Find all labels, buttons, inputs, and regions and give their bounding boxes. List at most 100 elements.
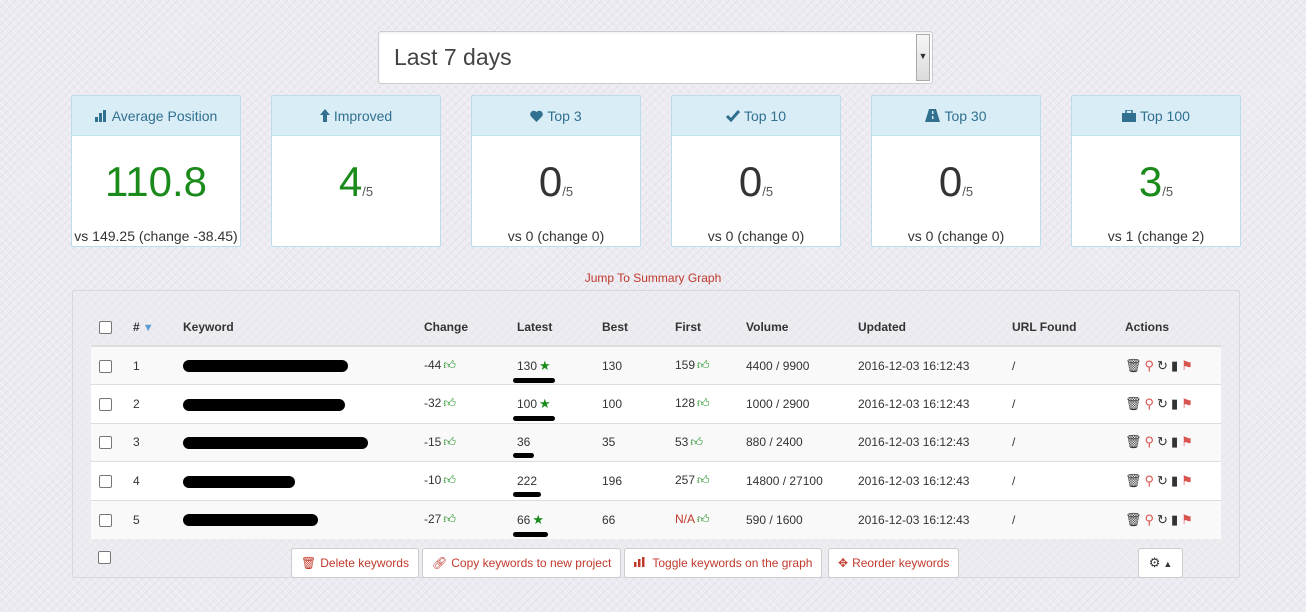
row-latest-wrap: 36: [512, 435, 535, 459]
card-header: Top 30: [872, 96, 1040, 136]
thumbs-up-icon: 👍︎: [443, 358, 456, 372]
bar-chart-icon[interactable]: ▮: [1171, 434, 1178, 449]
delete-keywords-button[interactable]: 🗑︎ Delete keywords: [291, 548, 419, 578]
check-icon: [725, 97, 741, 137]
sort-icon[interactable]: ▼: [143, 322, 154, 334]
search-icon[interactable]: ⚲: [1145, 396, 1155, 411]
search-icon[interactable]: ⚲: [1145, 358, 1155, 373]
copy-keywords-button[interactable]: 🔗︎ Copy keywords to new project: [422, 548, 622, 578]
card-header: Average Position: [72, 96, 240, 136]
row-latest: 130: [517, 358, 538, 373]
trash-icon[interactable]: 🗑︎: [1125, 473, 1142, 488]
search-icon[interactable]: ⚲: [1145, 512, 1155, 527]
col-volume[interactable]: Volume: [738, 309, 850, 347]
bar-chart-icon[interactable]: ▮: [1171, 473, 1178, 488]
copy-keywords-label: Copy keywords to new project: [451, 556, 612, 570]
caret-up-icon: ▲: [1163, 559, 1173, 569]
card-title: Top 10: [743, 108, 787, 124]
row-url[interactable]: /: [1004, 422, 1117, 462]
tags-icon[interactable]: ⚑: [1181, 434, 1193, 449]
refresh-icon[interactable]: ↻: [1157, 434, 1168, 449]
card-value: 0: [938, 158, 963, 205]
row-best: 35: [594, 422, 667, 462]
col-change[interactable]: Change: [416, 309, 509, 347]
delete-keywords-label: Delete keywords: [320, 556, 409, 570]
refresh-icon[interactable]: ↻: [1157, 358, 1168, 373]
row-actions: 🗑︎ ⚲ ↻ ▮ ⚑: [1117, 422, 1221, 462]
reorder-keywords-button[interactable]: ✥ Reorder keywords: [828, 548, 960, 578]
refresh-icon[interactable]: ↻: [1157, 396, 1168, 411]
card-title: Top 100: [1140, 108, 1190, 124]
thumbs-up-icon: 👍︎: [443, 512, 456, 526]
card-denominator: /5: [762, 184, 774, 199]
date-range-value: Last 7 days: [394, 44, 512, 70]
heart-icon: [530, 97, 544, 137]
link-icon: 🔗︎: [432, 556, 448, 570]
row-url[interactable]: /: [1004, 461, 1117, 500]
col-keyword[interactable]: Keyword: [175, 309, 416, 347]
arrow-up-icon: [319, 97, 330, 137]
row-url[interactable]: /: [1004, 384, 1117, 423]
col-updated[interactable]: Updated: [850, 309, 1004, 347]
card-header: Top 10: [672, 96, 840, 136]
settings-dropdown-button[interactable]: ⚙ ▲: [1138, 548, 1183, 578]
row-volume: 14800 / 27100: [738, 461, 850, 500]
row-actions: 🗑︎ ⚲ ↻ ▮ ⚑: [1117, 499, 1221, 539]
card-comparison: vs 0 (change 0): [707, 228, 805, 244]
row-url[interactable]: /: [1004, 499, 1117, 539]
card-comparison: vs 0 (change 0): [907, 228, 1005, 244]
trash-icon[interactable]: 🗑︎: [1125, 358, 1142, 373]
col-num[interactable]: #: [133, 320, 140, 334]
thumbs-up-icon: 👍︎: [690, 434, 703, 449]
search-icon[interactable]: ⚲: [1145, 473, 1155, 488]
tags-icon[interactable]: ⚑: [1181, 512, 1193, 527]
col-actions: Actions: [1117, 309, 1221, 347]
col-url-found[interactable]: URL Found: [1004, 309, 1117, 347]
bar-chart-icon[interactable]: ▮: [1171, 358, 1178, 373]
date-range-select[interactable]: Last 7 days ▼: [378, 31, 933, 84]
card-title: Average Position: [111, 108, 218, 124]
card-value: 110.8: [105, 158, 207, 205]
select-all-checkbox[interactable]: [99, 321, 112, 335]
row-num: 2: [125, 384, 175, 423]
card-denominator: /5: [362, 184, 374, 199]
row-first: 53: [675, 434, 689, 449]
col-latest[interactable]: Latest: [509, 309, 594, 347]
row-checkbox[interactable]: [99, 359, 112, 373]
card-top-3: Top 3 0/5 vs 0 (change 0): [471, 95, 641, 247]
table-header-row: # ▼ Keyword Change Latest Best First Volu…: [91, 309, 1221, 347]
bar-chart-icon[interactable]: ▮: [1171, 396, 1178, 411]
row-change: -44: [424, 358, 442, 372]
trash-icon[interactable]: 🗑︎: [1125, 434, 1142, 449]
refresh-icon[interactable]: ↻: [1157, 473, 1168, 488]
row-updated: 2016-12-03 16:12:43: [850, 422, 1004, 462]
col-best[interactable]: Best: [594, 309, 667, 347]
search-icon[interactable]: ⚲: [1145, 434, 1155, 449]
toggle-keywords-graph-button[interactable]: Toggle keywords on the graph: [624, 548, 823, 578]
row-volume: 590 / 1600: [738, 499, 850, 539]
tags-icon[interactable]: ⚑: [1181, 473, 1193, 488]
chevron-down-icon[interactable]: ▼: [916, 34, 930, 81]
jump-to-summary-graph-link[interactable]: Jump To Summary Graph: [0, 271, 1306, 285]
bar-chart-icon[interactable]: ▮: [1171, 512, 1178, 527]
row-url[interactable]: /: [1004, 345, 1117, 385]
col-first[interactable]: First: [667, 309, 738, 347]
refresh-icon[interactable]: ↻: [1157, 512, 1168, 527]
tags-icon[interactable]: ⚑: [1181, 396, 1193, 411]
toggle-keywords-label: Toggle keywords on the graph: [652, 556, 813, 570]
table-row: 3 -15 👍︎ 36 35 53 👍︎ 880 / 2400 2016-12-03…: [91, 422, 1221, 462]
row-change: -15: [424, 434, 442, 449]
tags-icon[interactable]: ⚑: [1181, 358, 1193, 373]
footer-select-all-checkbox[interactable]: [98, 551, 111, 564]
row-checkbox[interactable]: [99, 436, 112, 450]
trash-icon[interactable]: 🗑︎: [1125, 396, 1142, 411]
row-checkbox[interactable]: [99, 474, 112, 488]
row-checkbox[interactable]: [99, 513, 112, 527]
row-num: 1: [125, 345, 175, 385]
row-latest-wrap: 100 ★: [513, 396, 555, 421]
card-title: Top 3: [547, 108, 582, 124]
row-checkbox[interactable]: [99, 397, 112, 411]
row-first: 159: [675, 358, 696, 372]
trash-icon: 🗑︎: [301, 556, 317, 570]
trash-icon[interactable]: 🗑︎: [1125, 512, 1142, 527]
